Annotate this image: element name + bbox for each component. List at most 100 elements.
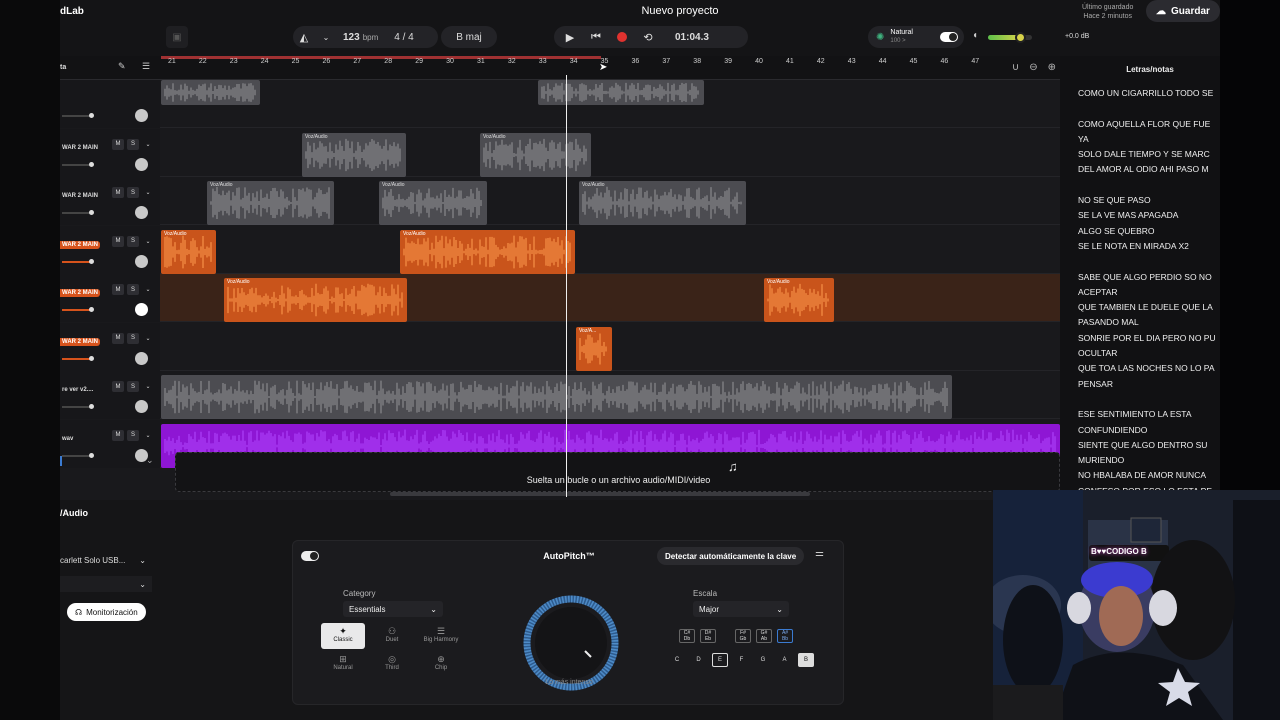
- chevron-down-icon[interactable]: ⌄: [315, 26, 337, 48]
- track-name[interactable]: WAR 2 MAIN: [60, 240, 100, 249]
- tracks-menu-icon[interactable]: ☰: [142, 61, 150, 72]
- track-row[interactable]: [60, 80, 1060, 128]
- zoom-in-icon[interactable]: ⊕: [1048, 62, 1056, 73]
- track-volume-slider[interactable]: [62, 404, 94, 409]
- solo-button[interactable]: S: [127, 138, 139, 150]
- audio-clip[interactable]: Voz/Audio: [400, 229, 575, 274]
- pan-knob[interactable]: [135, 206, 148, 219]
- sharp-key[interactable]: A# Bb: [777, 629, 793, 643]
- sharp-key[interactable]: G# Ab: [756, 629, 772, 643]
- sharp-key[interactable]: C# Db: [679, 629, 695, 643]
- track-name[interactable]: re ver v2....: [60, 386, 95, 394]
- audio-clip[interactable]: Voz/Audio: [207, 181, 334, 225]
- audio-clip[interactable]: [161, 375, 952, 419]
- solo-button[interactable]: S: [127, 429, 139, 441]
- style-option-big-harmony[interactable]: ☰ Big Harmony: [419, 623, 463, 649]
- audio-clip[interactable]: Voz/Audio: [764, 278, 834, 322]
- track-row[interactable]: re ver v2.... M S ⌄: [60, 371, 1060, 419]
- lyrics-text[interactable]: COMO UN CIGARRILLO TODO SE COMO AQUELLA F…: [1078, 86, 1220, 496]
- mute-button[interactable]: M: [112, 235, 124, 247]
- scale-select[interactable]: Major ⌄: [693, 601, 789, 617]
- track-name[interactable]: WAR 2 MAIN: [60, 144, 100, 152]
- track-row[interactable]: WAR 2 MAIN M S ⌄ Voz/A...: [60, 322, 1060, 371]
- pan-knob[interactable]: [135, 351, 148, 365]
- track-volume-slider[interactable]: [62, 113, 94, 118]
- timeline-ruler[interactable]: ta ✎ ☰ 21 22 23 24 25 26 27 28 29 30 31 32 33 34 35 36 3…: [60, 56, 1060, 80]
- track-row[interactable]: WAR 2 MAIN M S ⌄ Voz/Audio Voz/Audio Voz/Audio: [60, 177, 1060, 225]
- solo-button[interactable]: S: [127, 187, 139, 198]
- natural-key[interactable]: C: [669, 653, 685, 667]
- mute-button[interactable]: M: [112, 187, 124, 198]
- sharp-key[interactable]: F# Gb: [735, 629, 751, 643]
- pan-knob[interactable]: [135, 157, 148, 171]
- audio-clip[interactable]: [538, 80, 704, 105]
- chevron-down-icon[interactable]: ⌄: [142, 333, 154, 344]
- pan-knob[interactable]: [135, 303, 148, 316]
- mute-button[interactable]: M: [112, 332, 124, 344]
- audio-clip[interactable]: Voz/Audio: [161, 229, 216, 274]
- natural-key[interactable]: D: [691, 653, 707, 667]
- solo-button[interactable]: S: [127, 235, 139, 247]
- track-volume-slider[interactable]: [62, 258, 94, 264]
- chevron-down-icon[interactable]: ⌄: [142, 139, 154, 150]
- skip-back-icon[interactable]: ⏮: [585, 26, 607, 48]
- horizontal-scrollbar[interactable]: [390, 492, 810, 496]
- audio-clip[interactable]: Voz/Audio: [579, 181, 746, 225]
- natural-key[interactable]: A: [777, 653, 793, 667]
- preset-toggle[interactable]: [940, 32, 958, 42]
- play-icon[interactable]: ▶: [559, 26, 581, 48]
- chevron-down-icon[interactable]: ⌄: [142, 284, 154, 295]
- track-volume-slider[interactable]: [62, 355, 94, 361]
- category-select[interactable]: Essentials ⌄: [343, 601, 443, 617]
- natural-key[interactable]: F: [734, 653, 750, 667]
- style-option-duet[interactable]: ⚇ Duet: [370, 623, 414, 649]
- pan-knob[interactable]: [135, 400, 148, 413]
- track-name[interactable]: WAR 2 MAIN: [60, 289, 100, 297]
- track-row[interactable]: WAR 2 MAIN M S ⌄ Voz/Audio Voz/Audio: [60, 225, 1060, 274]
- tempo-value[interactable]: 123: [343, 32, 360, 43]
- sharp-key[interactable]: D# Eb: [700, 629, 716, 643]
- track-name[interactable]: WAR 2 MAIN: [60, 337, 100, 346]
- monitoring-button[interactable]: ☊ Monitorización: [67, 603, 146, 621]
- track-volume-slider[interactable]: [62, 307, 94, 312]
- pencil-icon[interactable]: ✎: [118, 61, 126, 72]
- pan-knob[interactable]: [135, 254, 148, 268]
- chevron-down-icon[interactable]: ⌄: [142, 381, 154, 392]
- audio-clip[interactable]: Voz/Audio: [224, 278, 407, 322]
- zoom-out-icon[interactable]: ⊖: [1029, 62, 1037, 73]
- mute-button[interactable]: M: [112, 381, 124, 392]
- input-device-select[interactable]: carlett Solo USB... ⌄: [60, 552, 152, 568]
- natural-key[interactable]: G: [755, 653, 771, 667]
- audio-clip[interactable]: Voz/Audio: [379, 181, 487, 225]
- track-volume-slider[interactable]: [62, 161, 94, 167]
- track-name[interactable]: [60, 95, 64, 97]
- style-option-chip[interactable]: ⊕ Chip: [419, 651, 463, 677]
- style-option-third[interactable]: ◎ Third: [370, 651, 414, 677]
- playhead[interactable]: [566, 75, 567, 497]
- chevron-down-icon[interactable]: ⌄: [142, 187, 154, 198]
- master-volume-slider[interactable]: [988, 32, 1032, 43]
- natural-key[interactable]: E: [712, 653, 728, 667]
- natural-key[interactable]: B: [798, 653, 814, 667]
- audio-clip[interactable]: Voz/Audio: [302, 132, 406, 177]
- add-track-row[interactable]: ⌄: [60, 452, 160, 472]
- solo-button[interactable]: S: [127, 332, 139, 344]
- save-button[interactable]: ☁ Guardar: [1146, 0, 1220, 22]
- audio-clip[interactable]: Voz/Audio: [480, 132, 591, 177]
- input-channel-select[interactable]: ⌄: [60, 576, 152, 592]
- track-name[interactable]: WAR 2 MAIN: [60, 192, 100, 200]
- drop-zone[interactable]: ♫ Suelta un bucle o un archivo audio/MID…: [175, 452, 1060, 492]
- detect-key-button[interactable]: Detectar automáticamente la clave: [657, 547, 805, 565]
- solo-button[interactable]: S: [127, 284, 139, 295]
- magnet-icon[interactable]: ∪: [1012, 62, 1019, 73]
- sidebar-toggle-icon[interactable]: ▣: [166, 26, 188, 48]
- chevron-down-icon[interactable]: ⌄: [142, 430, 154, 441]
- loop-icon[interactable]: ⟲: [637, 26, 659, 48]
- mute-button[interactable]: M: [112, 429, 124, 441]
- audio-clip[interactable]: [161, 80, 260, 105]
- mute-button[interactable]: M: [112, 138, 124, 150]
- key-selector[interactable]: B maj: [441, 26, 497, 48]
- preset-pill[interactable]: ✺ Natural 100 >: [868, 26, 964, 48]
- intensity-dial[interactable]: [521, 593, 621, 693]
- metronome-icon[interactable]: ◭: [293, 26, 315, 48]
